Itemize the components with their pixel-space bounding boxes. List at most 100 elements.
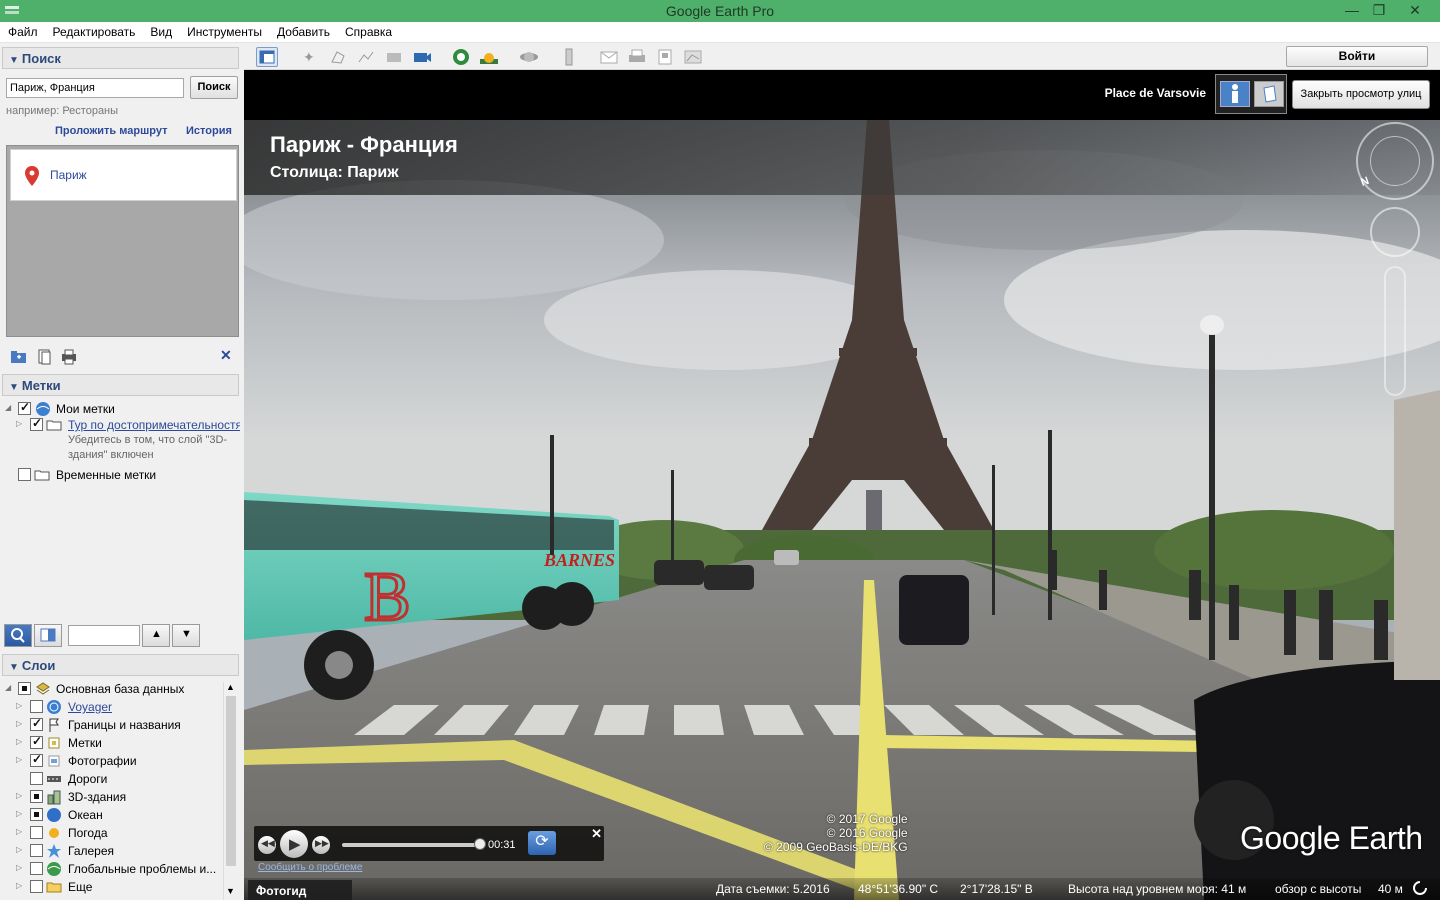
layer-weather[interactable]: ▷ Погода — [0, 824, 222, 842]
search-button[interactable]: Поиск — [190, 76, 238, 99]
expand-icon[interactable]: ▷ — [16, 719, 26, 728]
overlay-icon[interactable] — [383, 47, 405, 67]
expand-icon[interactable]: ▷ — [16, 845, 26, 854]
historical-imagery-icon[interactable] — [450, 47, 472, 67]
tour-progress-track[interactable] — [342, 843, 482, 847]
photo-guide-tab[interactable]: ⌃ Фотогид — [248, 880, 352, 900]
layer-global-awareness[interactable]: ▷ Глобальные проблемы и... — [0, 860, 222, 878]
polygon-icon[interactable] — [327, 47, 349, 67]
route-link[interactable]: Проложить маршрут — [55, 125, 167, 137]
tree-item-label[interactable]: Тур по достопримечательностям — [68, 418, 240, 432]
sidebar-toggle-icon[interactable] — [256, 47, 278, 67]
copy-icon[interactable] — [36, 348, 54, 366]
layer-label[interactable]: Voyager — [68, 700, 112, 714]
layer-more[interactable]: ▷ Еще — [0, 878, 222, 896]
record-tour-icon[interactable] — [411, 47, 433, 67]
add-folder-icon[interactable] — [10, 348, 28, 366]
expand-icon[interactable]: ▷ — [16, 863, 26, 872]
rewind-button[interactable]: ◀◀ — [258, 836, 276, 854]
move-joystick[interactable] — [1370, 207, 1420, 257]
sunlight-icon[interactable] — [478, 47, 500, 67]
close-player-button[interactable]: ✕ — [591, 826, 602, 842]
checkbox[interactable] — [30, 700, 43, 713]
menu-help[interactable]: Справка — [337, 22, 399, 39]
menu-add[interactable]: Добавить — [269, 22, 337, 39]
maximize-button[interactable]: ❐ — [1364, 0, 1394, 22]
layer-3d-buildings[interactable]: ▷ 3D-здания — [0, 788, 222, 806]
layer-photos[interactable]: ▷ Фотографии — [0, 752, 222, 770]
play-button[interactable]: ▶ — [280, 830, 308, 858]
checkbox[interactable] — [30, 734, 43, 749]
menu-tools[interactable]: Инструменты — [179, 22, 269, 39]
expand-icon[interactable]: ▷ — [16, 809, 26, 818]
menu-edit[interactable]: Редактировать — [45, 22, 143, 39]
expand-icon[interactable]: ▷ — [16, 737, 26, 746]
expand-icon[interactable]: ▷ — [16, 419, 26, 428]
checkbox[interactable] — [30, 716, 43, 731]
expand-icon[interactable]: ▷ — [16, 881, 26, 890]
forward-button[interactable]: ▶▶ — [312, 836, 330, 854]
path-icon[interactable] — [355, 47, 377, 67]
search-result-item[interactable]: Париж — [10, 149, 237, 201]
places-filter-input[interactable] — [68, 625, 140, 646]
scroll-up-icon[interactable]: ▲ — [226, 682, 235, 692]
layers-panel-header[interactable]: ▼ Слои — [2, 654, 239, 676]
checkbox[interactable] — [30, 752, 43, 767]
layers-scrollbar[interactable]: ▲ ▼ — [223, 682, 237, 900]
layer-voyager[interactable]: ▷ Voyager — [0, 698, 222, 716]
print-icon[interactable] — [60, 348, 78, 366]
tree-item-temporary[interactable]: Временные метки — [0, 466, 240, 484]
checkbox[interactable] — [18, 400, 31, 415]
places-panel-header[interactable]: ▼ Метки — [2, 374, 239, 396]
checkbox[interactable] — [18, 682, 31, 695]
scroll-thumb[interactable] — [226, 696, 236, 866]
login-button[interactable]: Войти — [1286, 46, 1428, 67]
ruler-icon[interactable] — [558, 47, 580, 67]
clear-search-icon[interactable]: ✕ — [220, 347, 232, 364]
expand-icon[interactable]: ▷ — [16, 791, 26, 800]
expand-icon[interactable]: ◢ — [5, 403, 15, 412]
checkbox[interactable] — [30, 808, 43, 821]
report-problem-link[interactable]: Сообщить о проблеме — [258, 862, 362, 873]
layer-primary-db[interactable]: ◢ Основная база данных — [0, 680, 222, 698]
menu-file[interactable]: Файл — [0, 22, 45, 39]
maps-icon[interactable] — [682, 47, 704, 67]
layer-gallery[interactable]: ▷ Галерея — [0, 842, 222, 860]
layer-ocean[interactable]: ▷ Океан — [0, 806, 222, 824]
placemark-icon[interactable]: ✦ — [299, 47, 321, 67]
checkbox[interactable] — [30, 416, 43, 431]
earth-viewport[interactable]: BARNES B Place de Varsovie Закрыть просм… — [244, 70, 1440, 900]
move-down-button[interactable]: ▼ — [172, 624, 200, 647]
search-input[interactable] — [6, 78, 184, 98]
checkbox[interactable] — [30, 844, 43, 857]
layer-borders[interactable]: ▷ Границы и названия — [0, 716, 222, 734]
close-window-button[interactable]: ✕ — [1400, 0, 1430, 22]
expand-icon[interactable]: ▷ — [16, 701, 26, 710]
history-link[interactable]: История — [186, 125, 232, 137]
layer-places[interactable]: ▷ Метки — [0, 734, 222, 752]
checkbox[interactable] — [30, 880, 43, 893]
expand-icon[interactable]: ▷ — [16, 755, 26, 764]
checkbox[interactable] — [30, 826, 43, 839]
checkbox[interactable] — [30, 772, 43, 785]
minimize-button[interactable]: — — [1337, 0, 1367, 22]
planet-icon[interactable] — [518, 47, 540, 67]
expand-icon[interactable]: ▷ — [16, 827, 26, 836]
checkbox[interactable] — [30, 790, 43, 803]
tour-progress-knob[interactable] — [474, 838, 486, 850]
checkbox[interactable] — [30, 862, 43, 875]
menu-view[interactable]: Вид — [142, 22, 179, 39]
tree-item-tour[interactable]: ▷ Тур по достопримечательностям — [0, 416, 240, 434]
loop-button[interactable]: ⟳ — [528, 831, 556, 855]
street-view-image[interactable]: BARNES B — [244, 120, 1440, 900]
zoom-slider[interactable] — [1384, 266, 1406, 396]
search-mode-button[interactable] — [4, 624, 32, 647]
close-street-view-button[interactable]: Закрыть просмотр улиц — [1292, 80, 1430, 109]
pegman-mode-button[interactable] — [1220, 81, 1250, 107]
layer-roads[interactable]: Дороги — [0, 770, 222, 788]
look-joystick-inner[interactable] — [1370, 136, 1420, 186]
scroll-down-icon[interactable]: ▼ — [226, 886, 235, 896]
checkbox[interactable] — [18, 468, 31, 481]
search-panel-header[interactable]: ▼ Поиск — [2, 47, 239, 69]
print-toolbar-icon[interactable] — [626, 47, 648, 67]
